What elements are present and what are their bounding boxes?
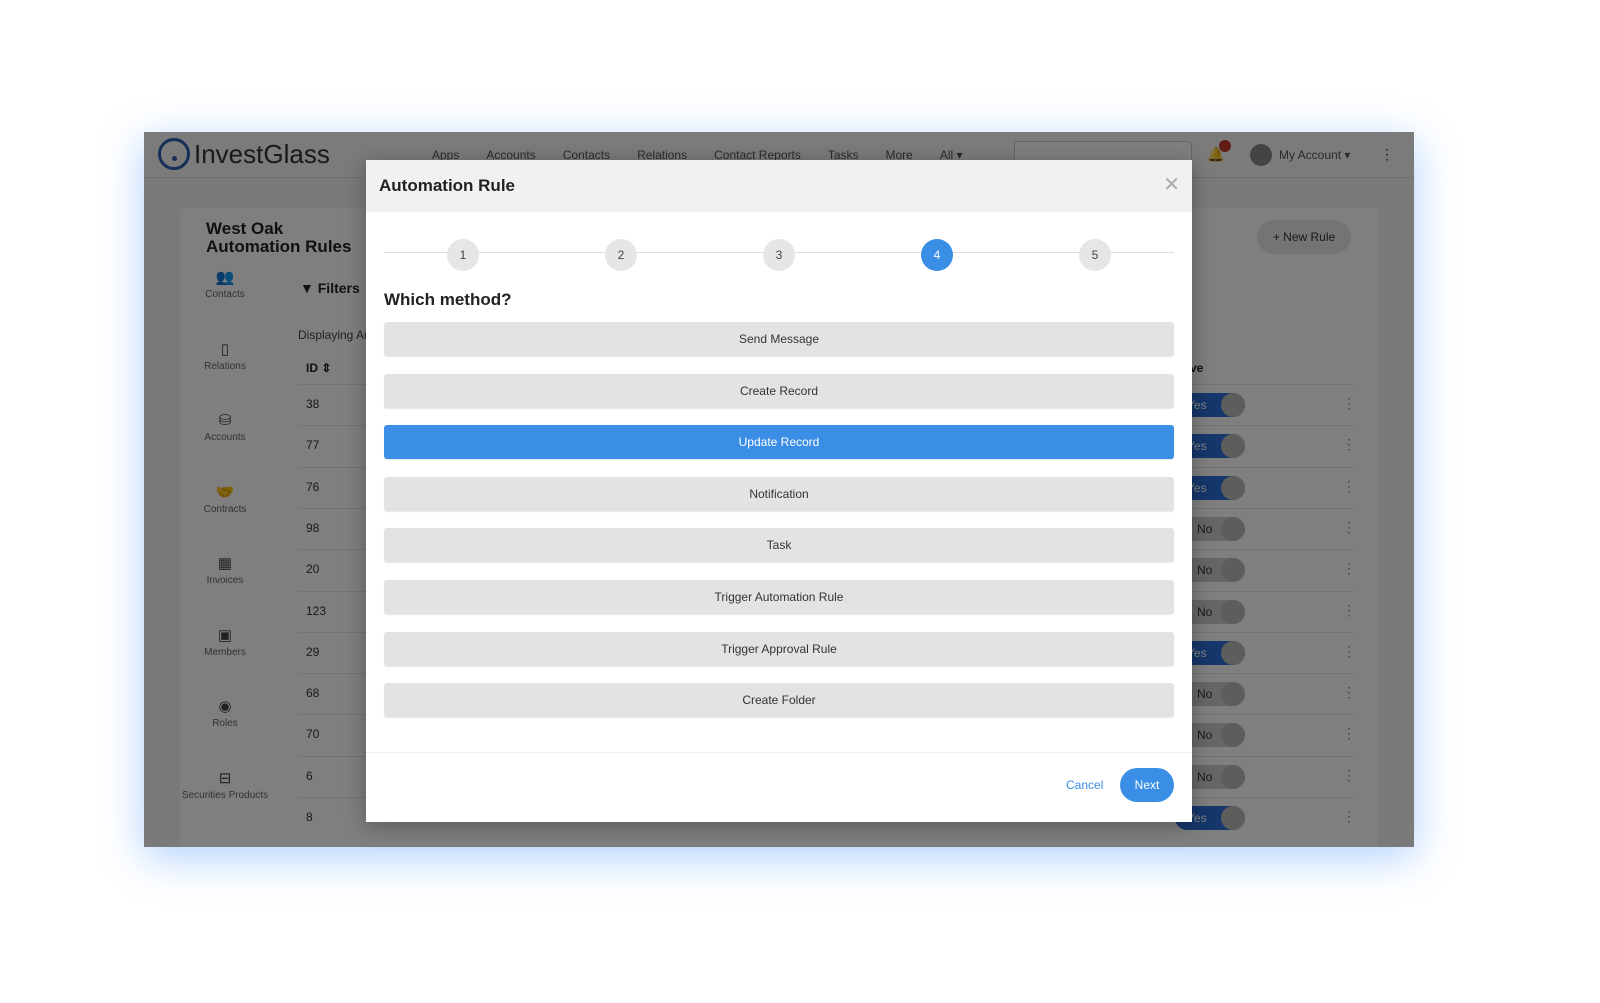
- cancel-button[interactable]: Cancel: [1066, 778, 1103, 792]
- step-2[interactable]: 2: [605, 239, 637, 271]
- method-option-trigger-automation-rule[interactable]: Trigger Automation Rule: [384, 580, 1174, 614]
- modal-footer-divider: [366, 752, 1192, 753]
- next-button[interactable]: Next: [1120, 768, 1174, 802]
- question-heading: Which method?: [384, 290, 512, 309]
- method-option-trigger-approval-rule[interactable]: Trigger Approval Rule: [384, 631, 1174, 666]
- modal-header: Automation Rule ✕: [366, 160, 1192, 212]
- method-option-create-record[interactable]: Create Record: [384, 373, 1174, 408]
- step-3[interactable]: 3: [763, 239, 795, 271]
- automation-rule-modal: Automation Rule ✕ 1 2 3 4 5 Which method? Se…: [366, 160, 1192, 822]
- method-option-update-record[interactable]: Update Record: [384, 425, 1174, 460]
- close-icon[interactable]: ✕: [1163, 172, 1180, 197]
- step-1[interactable]: 1: [447, 239, 479, 271]
- method-option-create-folder[interactable]: Create Folder: [384, 683, 1174, 718]
- step-4[interactable]: 4: [921, 239, 953, 271]
- step-5[interactable]: 5: [1079, 239, 1111, 271]
- method-option-send-message[interactable]: Send Message: [384, 322, 1174, 356]
- method-option-task[interactable]: Task: [384, 528, 1174, 563]
- modal-title: Automation Rule: [379, 176, 515, 195]
- method-option-notification[interactable]: Notification: [384, 476, 1174, 511]
